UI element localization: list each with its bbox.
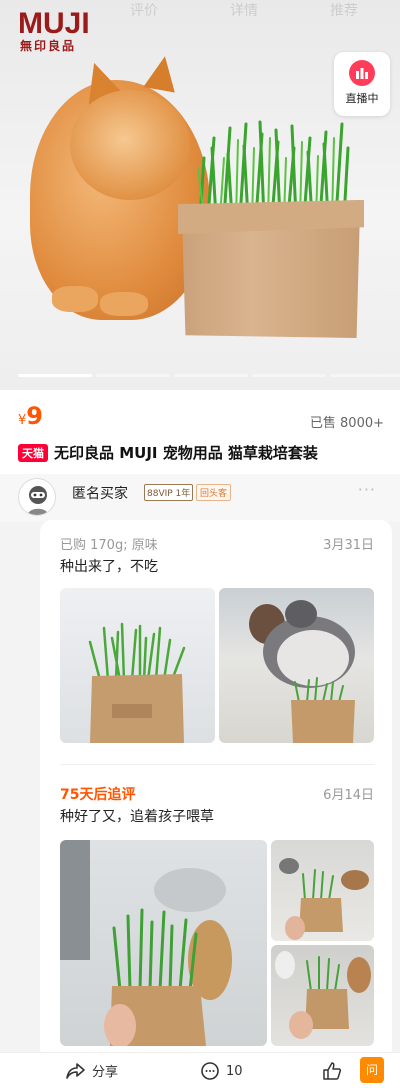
ask-button[interactable]: 问 <box>360 1057 384 1083</box>
review-photo[interactable] <box>219 588 374 743</box>
cat-head <box>70 90 190 200</box>
product-title-row: 天猫 无印良品 MUJI 宠物用品 猫草栽培套装 <box>18 442 318 463</box>
product-info: ¥9 已售 8000+ 天猫 无印良品 MUJI 宠物用品 猫草栽培套装 <box>0 390 400 474</box>
review-action-bar: 分享 10 问 <box>0 1052 400 1088</box>
tab-details[interactable]: 详情 <box>230 0 258 20</box>
live-label: 直播中 <box>345 92 379 105</box>
share-icon <box>66 1062 85 1079</box>
carousel-dot <box>174 374 248 377</box>
price: ¥9 <box>18 402 43 430</box>
logo-text: MUJI <box>18 7 90 40</box>
reviewer-name: 匿名买家 <box>72 486 128 502</box>
muji-logo: MUJI 無印良品 <box>18 7 90 54</box>
like-button[interactable] <box>322 1061 342 1081</box>
follow-up-date: 6月14日 <box>323 788 374 803</box>
comment-icon <box>201 1062 219 1080</box>
purchase-spec: 已购 170g; 原味 <box>60 538 158 553</box>
review-date: 3月31日 <box>323 538 374 553</box>
product-image-carousel[interactable]: 评价 详情 推荐 MUJI 無印良品 直播中 <box>0 0 400 390</box>
cat-paw <box>100 292 148 316</box>
cat-ear <box>143 53 181 93</box>
comment-button[interactable]: 10 <box>200 1061 243 1081</box>
follow-up-text: 种好了又，追着孩子喂草 <box>60 809 214 825</box>
review-photo[interactable] <box>271 840 374 941</box>
share-button[interactable]: 分享 <box>66 1061 118 1080</box>
carousel-dot <box>18 374 92 377</box>
logo-subtext: 無印良品 <box>20 39 77 53</box>
review-photo[interactable] <box>271 945 374 1046</box>
review-card: 已购 170g; 原味 3月31日 种出来了，不吃 75天后追评 6月14日 种… <box>40 520 392 1060</box>
tmall-badge: 天猫 <box>18 443 48 462</box>
vip-badge: 88VIP 1年 <box>144 484 194 501</box>
repeat-customer-badge: 回头客 <box>196 484 232 501</box>
comment-count: 10 <box>226 1063 243 1079</box>
tab-recommend[interactable]: 推荐 <box>330 0 358 20</box>
carousel-dot <box>252 374 326 377</box>
live-stream-button[interactable]: 直播中 <box>334 52 390 116</box>
sold-count: 已售 8000+ <box>309 416 384 431</box>
price-value: 9 <box>26 402 43 430</box>
product-title: 无印良品 MUJI 宠物用品 猫草栽培套装 <box>54 444 318 462</box>
divider <box>60 764 374 765</box>
review-text: 种出来了，不吃 <box>60 559 158 575</box>
live-icon <box>349 60 375 86</box>
thumbs-up-icon <box>323 1062 342 1080</box>
cat-paw <box>52 286 98 312</box>
reviewer-row: 匿名买家 88VIP 1年 回头客 ··· <box>0 474 400 522</box>
tab-reviews[interactable]: 评价 <box>130 0 158 20</box>
review-photo[interactable] <box>60 840 267 1046</box>
share-label: 分享 <box>92 1065 119 1080</box>
follow-up-label: 75天后追评 <box>60 787 136 803</box>
carousel-indicator <box>18 374 400 377</box>
avatar[interactable] <box>18 478 56 516</box>
carousel-dot <box>330 374 400 377</box>
more-options-icon[interactable]: ··· <box>358 480 376 499</box>
carousel-dot <box>96 374 170 377</box>
top-tabs: 评价 详情 推荐 <box>130 0 358 20</box>
review-photo[interactable] <box>60 588 215 743</box>
